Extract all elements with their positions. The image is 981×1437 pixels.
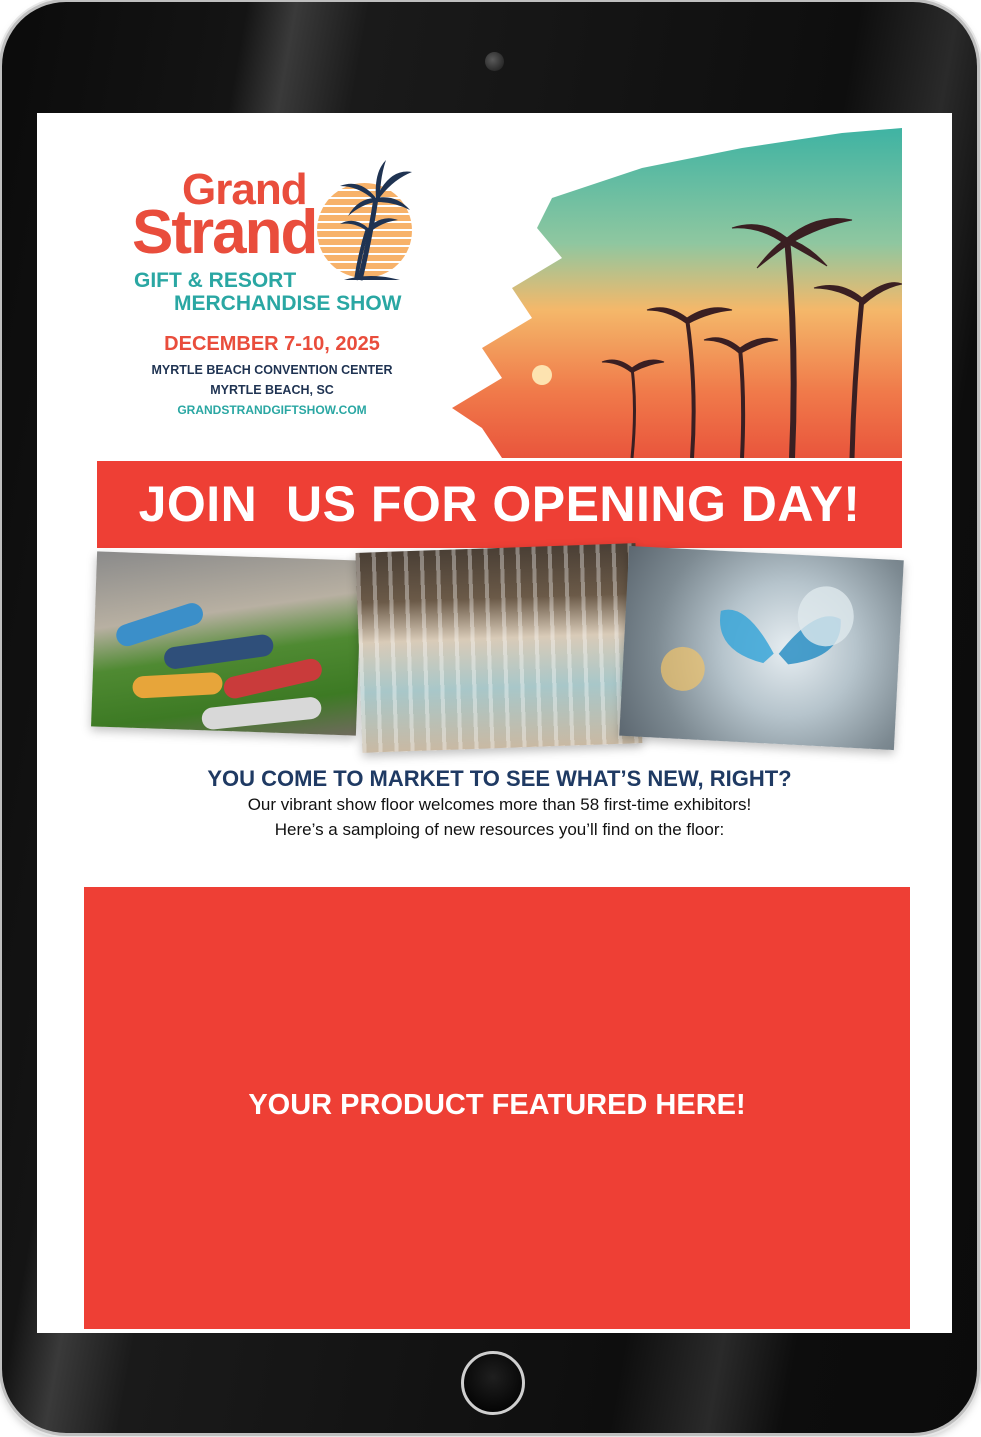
show-dates: DECEMBER 7-10, 2025 [164, 333, 380, 355]
booth-photo-collage [89, 543, 907, 763]
dog-toys-photo [91, 551, 362, 736]
intro-text-line-1: Our vibrant show floor welcomes more tha… [247, 795, 752, 814]
show-website-link[interactable]: GRANDSTRANDGIFTSHOW.COM [137, 403, 407, 417]
beach-sunset-illustration [452, 128, 902, 458]
jewelry-display-photo [355, 543, 643, 753]
show-logo[interactable]: Grand Strand GIFT & RESORT MERCHANDISE S… [132, 158, 432, 418]
opening-day-banner[interactable]: JOIN US FOR OPENING DAY! [97, 461, 902, 548]
show-venue: MYRTLE BEACH CONVENTION CENTER [151, 363, 393, 377]
palm-tree-icon [340, 160, 412, 281]
email-screen[interactable]: Grand Strand GIFT & RESORT MERCHANDISE S… [37, 113, 952, 1333]
show-city: MYRTLE BEACH, SC [210, 383, 334, 397]
logo-strand-text: Strand [132, 198, 318, 267]
camera-icon [485, 52, 504, 71]
intro-text-line-2: Here’s a samploing of new resources you’… [274, 820, 725, 839]
crystal-butterfly-photo [619, 545, 904, 751]
home-button[interactable] [461, 1351, 525, 1415]
featured-product-box[interactable]: YOUR PRODUCT FEATURED HERE! [84, 887, 910, 1329]
featured-product-label: YOUR PRODUCT FEATURED HERE! [248, 1089, 746, 1121]
tablet-frame: Grand Strand GIFT & RESORT MERCHANDISE S… [2, 2, 977, 1433]
intro-heading: YOU COME TO MARKET TO SEE WHAT’S NEW, RI… [207, 766, 792, 791]
logo-subtitle-1: GIFT & RESORT [134, 269, 297, 292]
logo-subtitle-2: MERCHANDISE SHOW [174, 292, 402, 315]
